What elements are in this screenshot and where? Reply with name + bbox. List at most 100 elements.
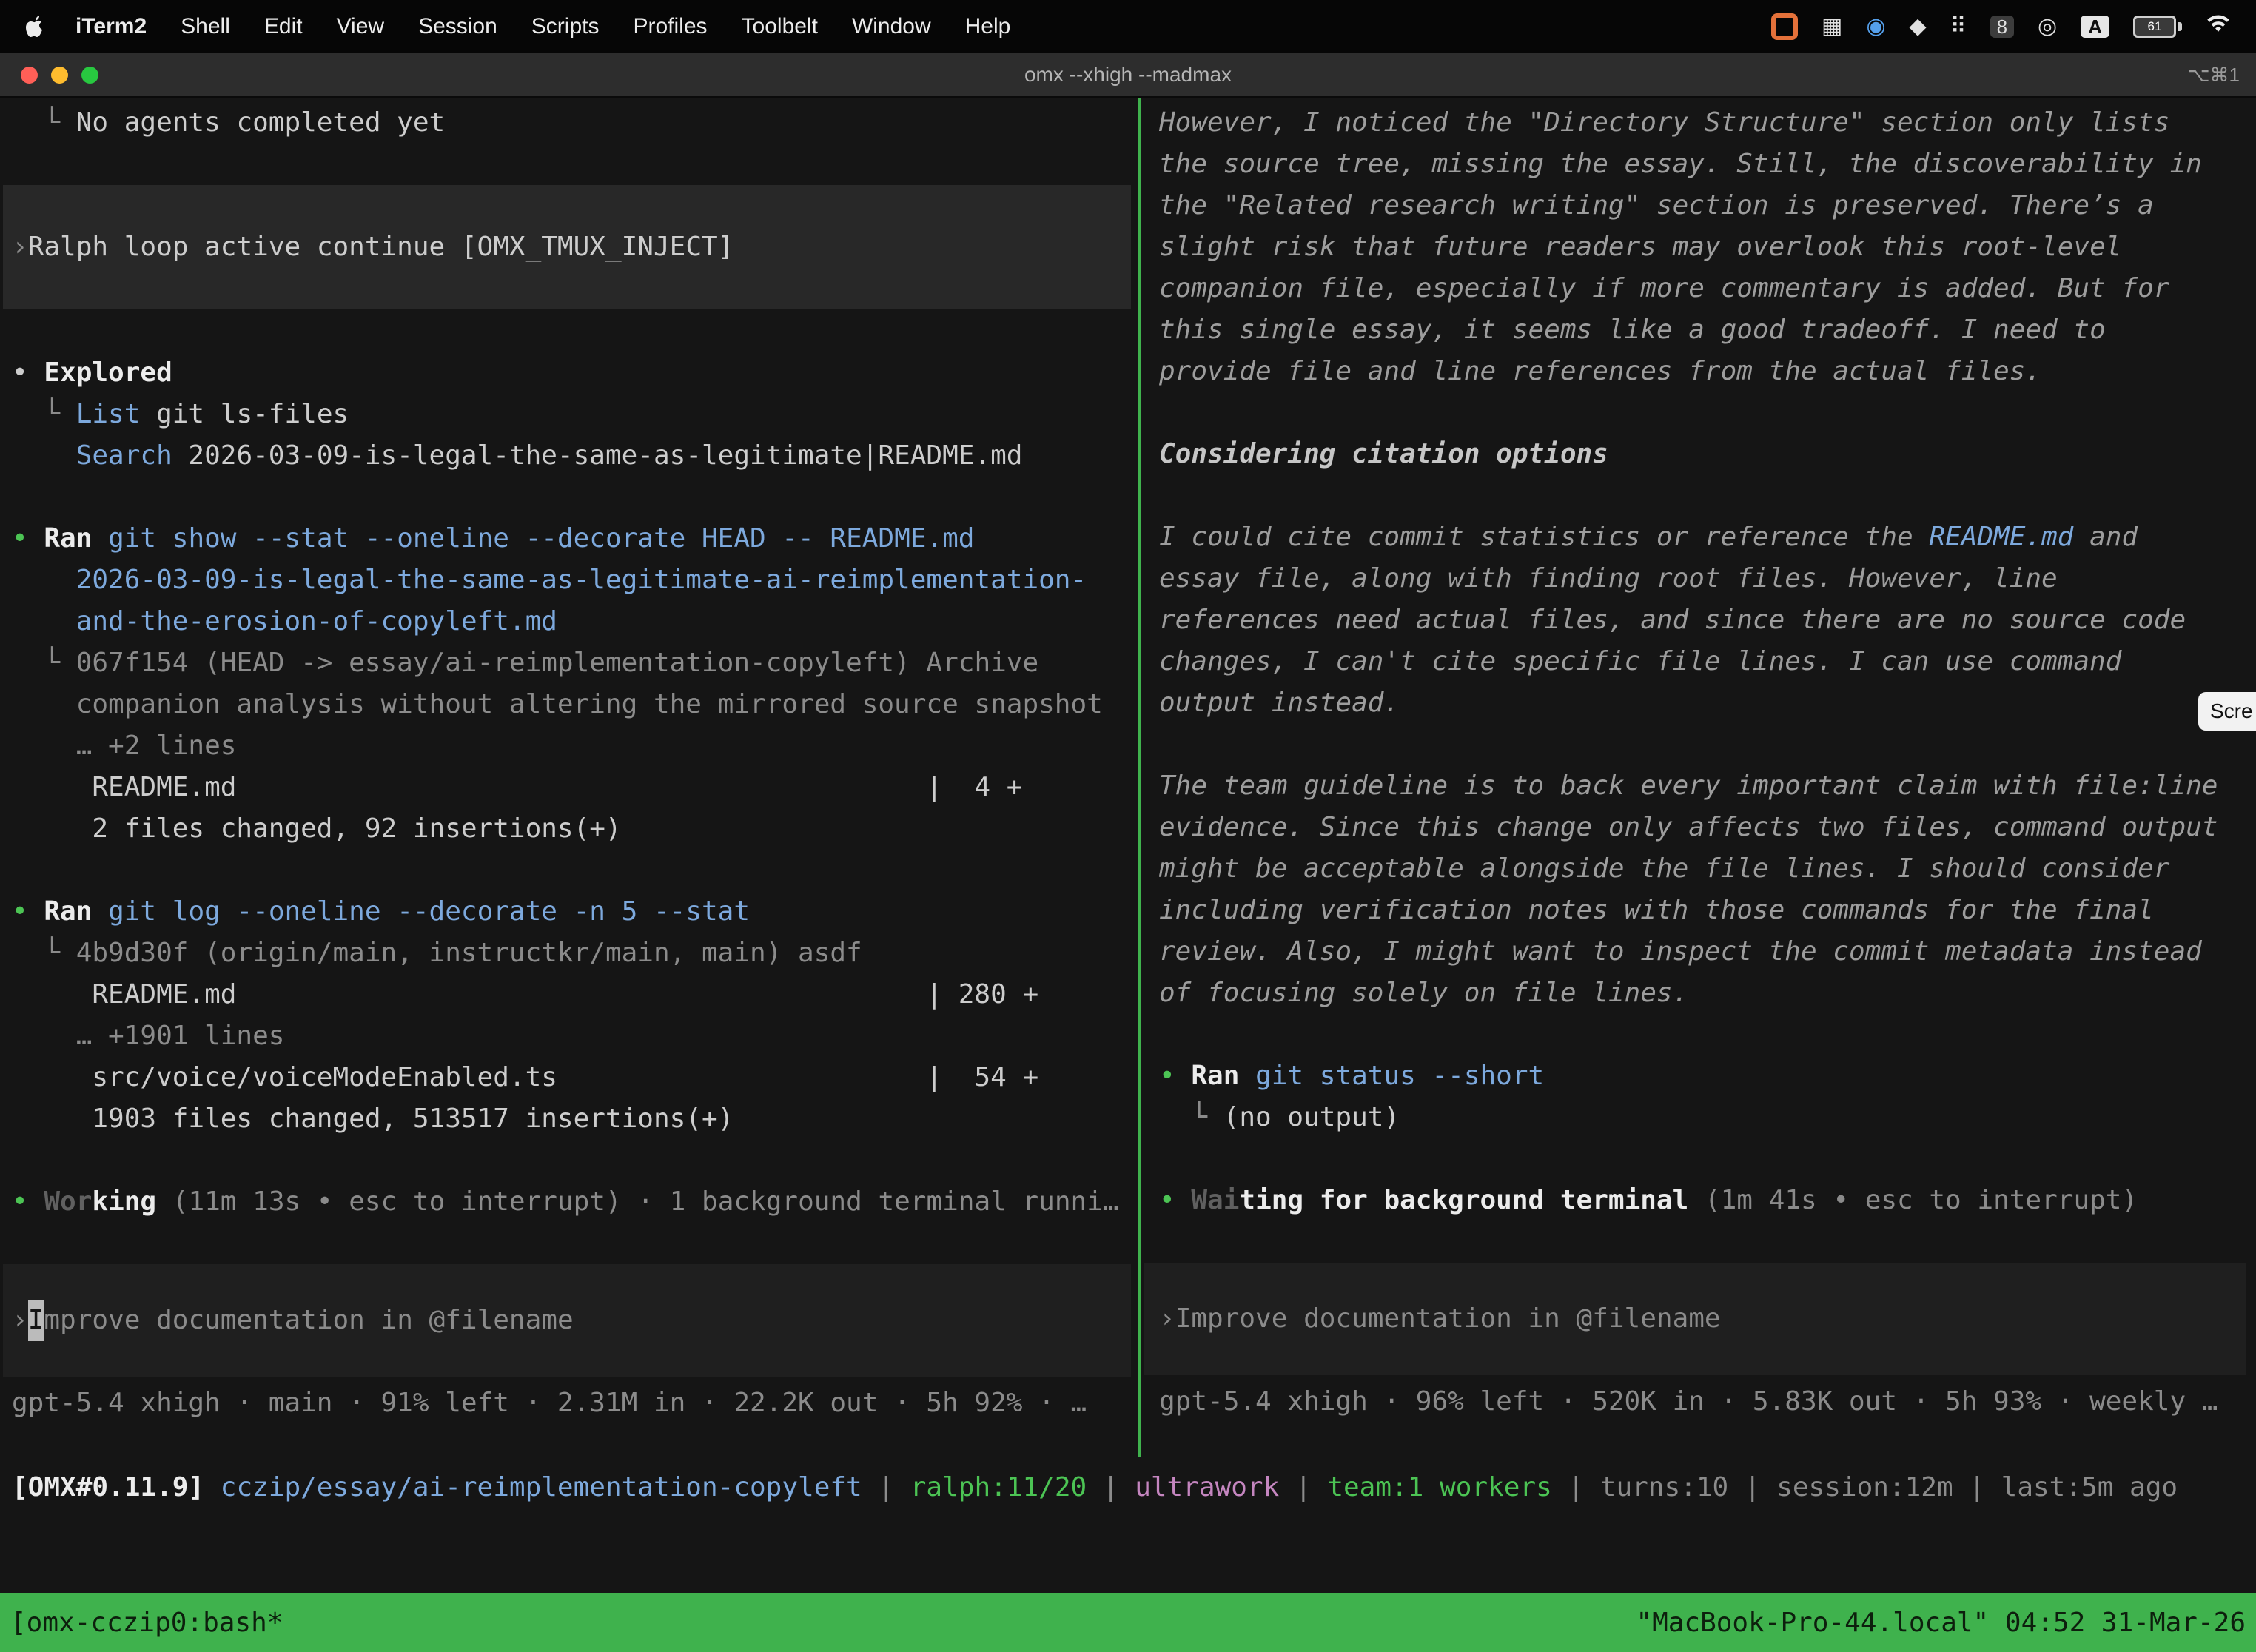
left-status-line: gpt-5.4 xhigh · main · 91% left · 2.31M … <box>12 1383 1138 1424</box>
right-prompt-input[interactable]: › Improve documentation in @filename <box>1144 1263 2246 1375</box>
terminal-line: 2 files changed, 92 insertions(+) <box>12 808 1138 850</box>
menu-item-scripts[interactable]: Scripts <box>531 14 600 39</box>
menu-bar: iTerm2 Shell Edit View Session Scripts Profile… <box>0 0 2256 53</box>
prompt-text: Improve documentation in @filename <box>1175 1298 1721 1340</box>
terminal-line: companion analysis without altering the … <box>12 684 1138 725</box>
terminal-line: … +1901 lines <box>12 1015 1138 1057</box>
terminal-line: • Waiting for background terminal (1m 41… <box>1159 1180 2256 1221</box>
text-cursor: I <box>28 1300 44 1341</box>
banner-prompt-chevron: › <box>12 226 28 268</box>
menu-item-session[interactable]: Session <box>418 14 497 39</box>
terminal-line <box>1159 475 2256 517</box>
menu-item-window[interactable]: Window <box>852 14 931 39</box>
title-bar[interactable]: omx --xhigh --madmax ⌥⌘1 <box>0 53 2256 98</box>
menu-item-shell[interactable]: Shell <box>181 14 230 39</box>
terminal-line: The team guideline is to back every impo… <box>1159 765 2256 807</box>
terminal-line: including verification notes with those … <box>1159 890 2256 931</box>
screenshot-tab-button[interactable]: Scre <box>2198 692 2256 731</box>
input-source-icon[interactable]: A <box>2081 16 2109 38</box>
tmux-status-bar: [omx-cczip0:bash* "MacBook-Pro-44.local"… <box>0 1593 2256 1652</box>
menu-item-edit[interactable]: Edit <box>264 14 303 39</box>
terminal-line: evidence. Since this change only affects… <box>1159 807 2256 848</box>
terminal-line <box>1159 724 2256 765</box>
terminal-line <box>12 1140 1138 1181</box>
terminal-line: └ List git ls-files <box>12 394 1138 435</box>
terminal-line <box>1159 1014 2256 1055</box>
menu-item-iterm2[interactable]: iTerm2 <box>75 14 147 39</box>
terminal-line: • Ran git status --short <box>1159 1055 2256 1097</box>
left-output-body: • Explored └ List git ls-files Search 20… <box>12 352 1138 1223</box>
left-prompt-input[interactable]: › Improve documentation in @filename <box>3 1264 1131 1377</box>
terminal-line: the "Related research writing" section i… <box>1159 185 2256 226</box>
terminal-line: 1903 files changed, 513517 insertions(+) <box>12 1098 1138 1140</box>
apple-menu-icon[interactable] <box>25 16 44 38</box>
terminal-line <box>1159 1138 2256 1180</box>
circle-app-icon[interactable]: ◎ <box>2038 16 2057 38</box>
terminal-line: references need actual files, and since … <box>1159 600 2256 641</box>
right-terminal-pane[interactable]: However, I noticed the "Directory Struct… <box>1141 98 2256 1457</box>
terminal-line: • Ran git show --stat --oneline --decora… <box>12 518 1138 560</box>
terminal-line: └ 067f154 (HEAD -> essay/ai-reimplementa… <box>12 642 1138 684</box>
terminal-line: changes, I can't cite specific file line… <box>1159 641 2256 682</box>
prompt-chevron: › <box>12 1300 28 1341</box>
menu-item-profiles[interactable]: Profiles <box>633 14 707 39</box>
terminal-line: └ 4b9d30f (origin/main, instructkr/main,… <box>12 933 1138 974</box>
menu-items: iTerm2 Shell Edit View Session Scripts Profile… <box>75 14 1010 39</box>
tmux-session-label: [omx-cczip0:bash* <box>10 1608 283 1638</box>
terminal-line: review. Also, I might want to inspect th… <box>1159 931 2256 973</box>
screen-recording-icon[interactable] <box>1771 13 1798 40</box>
terminal-line: the source tree, missing the essay. Stil… <box>1159 144 2256 185</box>
blue-app-icon[interactable]: ◉ <box>1866 16 1885 38</box>
window-title: omx --xhigh --madmax <box>0 63 2256 87</box>
terminal-line: src/voice/voiceModeEnabled.ts | 54 + <box>12 1057 1138 1098</box>
prompt-text: mprove documentation in @filename <box>44 1300 573 1341</box>
terminal-line: and-the-erosion-of-copyleft.md <box>12 601 1138 642</box>
menu-item-help[interactable]: Help <box>965 14 1011 39</box>
terminal-line: of focusing solely on file lines. <box>1159 973 2256 1014</box>
left-output-top: └ No agents completed yet <box>12 102 1138 144</box>
terminal-line: slight risk that future readers may over… <box>1159 226 2256 268</box>
wifi-icon[interactable] <box>2206 15 2231 38</box>
menu-item-view[interactable]: View <box>337 14 384 39</box>
prompt-chevron: › <box>1159 1298 1175 1340</box>
terminal-line: provide file and line references from th… <box>1159 351 2256 392</box>
terminal-line: might be acceptable alongside the file l… <box>1159 848 2256 890</box>
terminal-line <box>1159 392 2256 434</box>
terminal-line: I could cite commit statistics or refere… <box>1159 517 2256 558</box>
terminal-line: • Explored <box>12 352 1138 394</box>
ralph-loop-banner: › Ralph loop active continue [OMX_TMUX_I… <box>3 185 1131 309</box>
terminal-line: • Working (11m 13s • esc to interrupt) ·… <box>12 1181 1138 1223</box>
zoom-button[interactable] <box>81 67 98 84</box>
right-output-body: However, I noticed the "Directory Struct… <box>1159 102 2256 1221</box>
iterm-window: omx --xhigh --madmax ⌥⌘1 └ No agents com… <box>0 53 2256 1652</box>
tmux-panes: └ No agents completed yet › Ralph loop a… <box>0 98 2256 1457</box>
terminal-line: However, I noticed the "Directory Struct… <box>1159 102 2256 144</box>
battery-icon[interactable]: 61 <box>2133 16 2182 38</box>
tmux-host-time: "MacBook-Pro-44.local" 04:52 31-Mar-26 <box>1636 1608 2246 1638</box>
window-shortcut-hint: ⌥⌘1 <box>2188 64 2256 87</box>
terminal-line: essay file, along with finding root file… <box>1159 558 2256 600</box>
app-grid-icon[interactable]: ⠿ <box>1950 16 1967 38</box>
terminal-line: output instead. <box>1159 682 2256 724</box>
terminal-line: └ (no output) <box>1159 1097 2256 1138</box>
minimize-button[interactable] <box>51 67 68 84</box>
key-8-icon[interactable]: 8 <box>1990 16 2014 38</box>
terminal-line: [OMX#0.11.9] cczip/essay/ai-reimplementa… <box>12 1467 2256 1508</box>
blank-line <box>12 144 1138 185</box>
menu-item-toolbelt[interactable]: Toolbelt <box>742 14 818 39</box>
dark-app-icon[interactable]: ◆ <box>1910 16 1927 38</box>
terminal-line: • Ran git log --oneline --decorate -n 5 … <box>12 891 1138 933</box>
omx-status-line: [OMX#0.11.9] cczip/essay/ai-reimplementa… <box>0 1467 2256 1508</box>
terminal-line: Search 2026-03-09-is-legal-the-same-as-l… <box>12 435 1138 477</box>
terminal-line <box>12 850 1138 891</box>
window-controls <box>0 67 98 84</box>
terminal-line: README.md | 4 + <box>12 767 1138 808</box>
terminal-line: └ No agents completed yet <box>12 102 1138 144</box>
keyboard-grid-icon[interactable]: ▦ <box>1822 16 1842 38</box>
terminal-line: 2026-03-09-is-legal-the-same-as-legitima… <box>12 560 1138 601</box>
close-button[interactable] <box>21 67 38 84</box>
right-status-line: gpt-5.4 xhigh · 96% left · 520K in · 5.8… <box>1159 1381 2256 1423</box>
battery-percent: 61 <box>2148 19 2162 34</box>
terminal-line <box>12 477 1138 518</box>
left-terminal-pane[interactable]: └ No agents completed yet › Ralph loop a… <box>0 98 1138 1457</box>
